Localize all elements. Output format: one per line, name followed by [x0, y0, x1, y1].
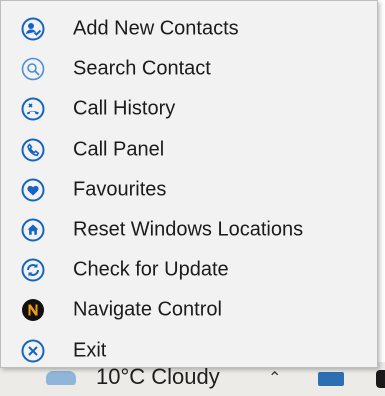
menu-item-call-panel[interactable]: Call Panel [1, 130, 377, 170]
menu-item-favourites[interactable]: Favourites [1, 170, 377, 210]
search-icon [21, 57, 45, 81]
refresh-icon [21, 258, 45, 282]
navigate-n-icon [22, 299, 44, 322]
taskbar-app-icon-2[interactable] [318, 372, 344, 386]
add-contact-icon [21, 17, 45, 41]
menu-item-exit[interactable]: Exit [1, 331, 377, 371]
menu-item-call-history[interactable]: Call History [1, 89, 377, 129]
menu-item-check-for-update[interactable]: Check for Update [1, 250, 377, 290]
menu-item-reset-windows-locations[interactable]: Reset Windows Locations [1, 210, 377, 250]
menu-item-label: Favourites [73, 178, 167, 201]
close-icon [21, 339, 45, 363]
chevron-up-icon[interactable]: ⌃ [268, 368, 281, 388]
menu-item-label: Navigate Control [73, 298, 222, 321]
menu-item-label: Call History [73, 97, 176, 120]
heart-icon [21, 178, 45, 202]
menu-item-navigate-control[interactable]: Navigate Control [1, 290, 377, 330]
taskbar-app-icon-3[interactable] [376, 370, 385, 388]
menu-item-label: Exit [73, 339, 107, 362]
home-icon [21, 218, 45, 242]
call-history-icon [21, 97, 45, 121]
menu-item-label: Reset Windows Locations [73, 218, 304, 241]
menu-item-label: Add New Contacts [73, 17, 239, 40]
menu-item-label: Search Contact [73, 57, 211, 80]
menu-item-label: Call Panel [73, 138, 165, 161]
phone-icon [21, 138, 45, 162]
context-menu: Add New Contacts Search Contact Call His… [0, 0, 378, 368]
menu-item-label: Check for Update [73, 258, 229, 281]
menu-item-search-contact[interactable]: Search Contact [1, 49, 377, 89]
taskbar-app-icon[interactable] [46, 371, 76, 385]
menu-item-add-new-contacts[interactable]: Add New Contacts [1, 9, 377, 49]
